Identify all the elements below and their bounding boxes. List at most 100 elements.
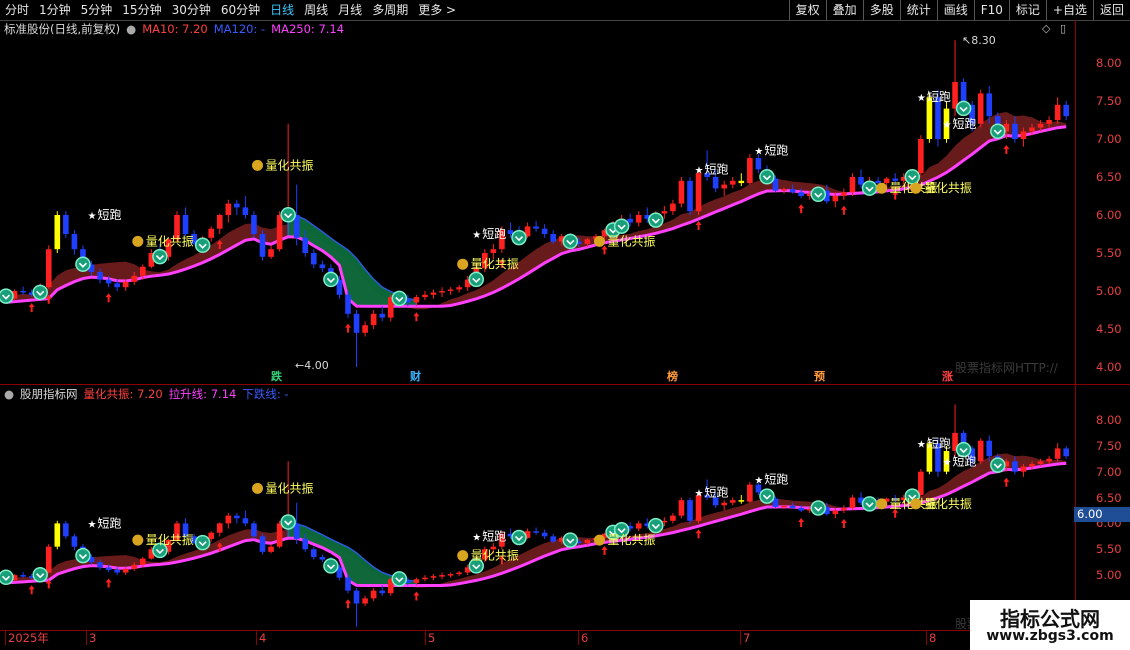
money-bag-icon [132,235,144,247]
candle-body [918,471,924,495]
candle-body [122,568,129,573]
axis-tick: 5.50 [1096,542,1122,557]
candles [3,40,1069,367]
signal-marker [562,233,579,250]
candle-body [849,177,856,193]
candle-body [1012,461,1018,472]
period-tab[interactable]: 更多 > [413,0,461,20]
candle-body [379,313,385,318]
axis-tick: 6.50 [1096,170,1122,184]
toolbar-button[interactable]: 返回 [1092,0,1130,20]
signal-label: 短跑 [927,436,951,450]
signal-marker [280,207,296,223]
candle-body [798,507,804,511]
period-tab[interactable]: 分时 [0,0,34,20]
min-price-label: ←4.00 [295,359,329,372]
candle-body [131,275,138,282]
signal-marker [955,100,972,117]
money-bag-icon [910,182,922,194]
candle-body [986,440,993,457]
candle-body [140,558,146,565]
toolbar-button[interactable]: 多股 [862,0,900,20]
money-bag-icon [457,550,469,562]
period-tab[interactable]: 60分钟 [216,0,265,20]
star-icon: ★ [943,120,952,131]
candle-body [841,507,847,511]
candle-body [54,215,61,250]
period-tab[interactable]: 周线 [299,0,333,20]
period-tab[interactable]: 多周期 [367,0,413,20]
event-marker[interactable]: 榜 [667,371,678,383]
candle-body [1063,104,1069,117]
event-marker[interactable]: 涨 [942,371,953,383]
signal-label: 短跑 [764,472,788,486]
price-axis-line [1075,20,1076,384]
signal-label: 短跑 [705,162,729,176]
rise-line [5,461,1067,587]
candle-body [977,93,984,124]
signal-label: 量化共振 [924,497,972,511]
candle-body [114,283,120,288]
candle-body [422,294,428,298]
candle-body [45,249,52,288]
event-marker[interactable]: 预 [814,371,825,383]
candle-body [858,177,864,185]
toolbar-button[interactable]: +自选 [1045,0,1093,20]
candle-body [379,590,385,594]
period-tab[interactable]: 30分钟 [167,0,216,20]
indicator-pane: ★短跑★短跑★短跑★短跑★短跑★短跑量化共振量化共振量化共振量化共振量化共振量化… [0,404,1069,627]
event-marker[interactable]: 财 [410,371,421,383]
event-marker[interactable]: 跌 [271,371,282,383]
candle-body [208,228,214,238]
candle-body [1020,466,1027,472]
toolbar-button[interactable]: 标记 [1008,0,1046,20]
toolbar-button[interactable]: 统计 [899,0,937,20]
period-tab[interactable]: 月线 [333,0,367,20]
buy-arrow [695,529,702,539]
candle-body [849,497,856,508]
rise-line [5,125,1067,308]
candle-body [311,549,317,558]
axis-tick: 5.00 [1096,568,1122,583]
candle-body [550,536,556,542]
candle-body [122,281,129,288]
kline-chart[interactable]: ★短跑★短跑★短跑★短跑★短跑★短跑量化共振量化共振量化共振量化共振量化共振量化… [0,20,1075,630]
candle-body [182,215,189,234]
candle-body [661,211,668,214]
signal-label: 短跑 [98,208,122,222]
candle-body [370,590,377,599]
period-tab[interactable]: 1分钟 [34,0,76,20]
candle-body [422,577,428,580]
toolbar-button[interactable]: F10 [973,0,1009,20]
candle-body [242,207,249,215]
toolbar-button[interactable]: 复权 [788,0,826,20]
period-tab[interactable]: 15分钟 [117,0,166,20]
signal-marker [810,186,826,203]
toolbar-button[interactable]: 叠加 [825,0,863,20]
signal-label: 短跑 [953,117,977,131]
candle-body [721,502,727,506]
buy-arrow [840,519,847,529]
candle-body [781,189,787,191]
candle-body [584,239,591,244]
candle-body [635,215,642,223]
candle-body [430,576,437,578]
signal-label: 短跑 [927,90,951,104]
period-tab[interactable]: 日线 [265,0,299,20]
buy-arrow [840,205,847,215]
signal-label: 短跑 [98,516,122,530]
candle-body [413,297,420,303]
signal-label: 量化共振 [924,181,972,195]
signal-label: 量化共振 [146,234,194,248]
candle-body [1054,104,1061,120]
candle-body [345,294,351,314]
signal-marker [648,517,664,534]
period-tab[interactable]: 5分钟 [76,0,118,20]
signal-marker [32,284,48,301]
candle-body [1063,448,1069,457]
candle-body [45,546,52,573]
action-buttons: 复权 叠加 多股 统计 画线 F10 标记 +自选 返回 [788,0,1130,20]
signal-marker [75,256,91,272]
candle-body [276,215,283,250]
toolbar-button[interactable]: 画线 [936,0,974,20]
